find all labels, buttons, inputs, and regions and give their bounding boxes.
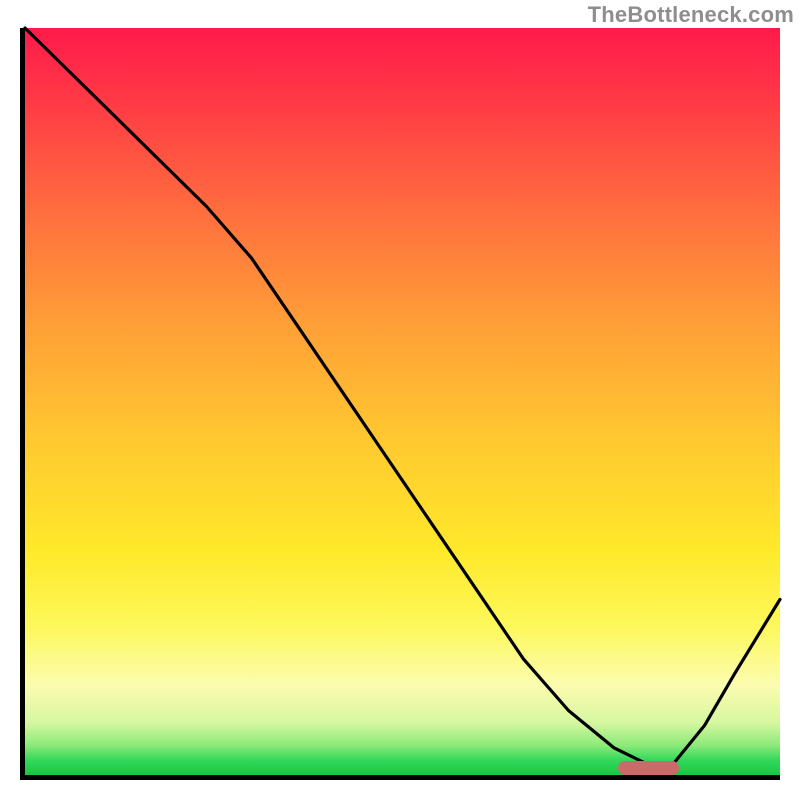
chart-stage: TheBottleneck.com: [0, 0, 800, 800]
curve-layer: [25, 28, 780, 775]
optimum-marker: [618, 761, 679, 775]
plot-area: [20, 28, 780, 780]
bottleneck-curve: [25, 28, 780, 763]
watermark-text: TheBottleneck.com: [588, 2, 794, 28]
